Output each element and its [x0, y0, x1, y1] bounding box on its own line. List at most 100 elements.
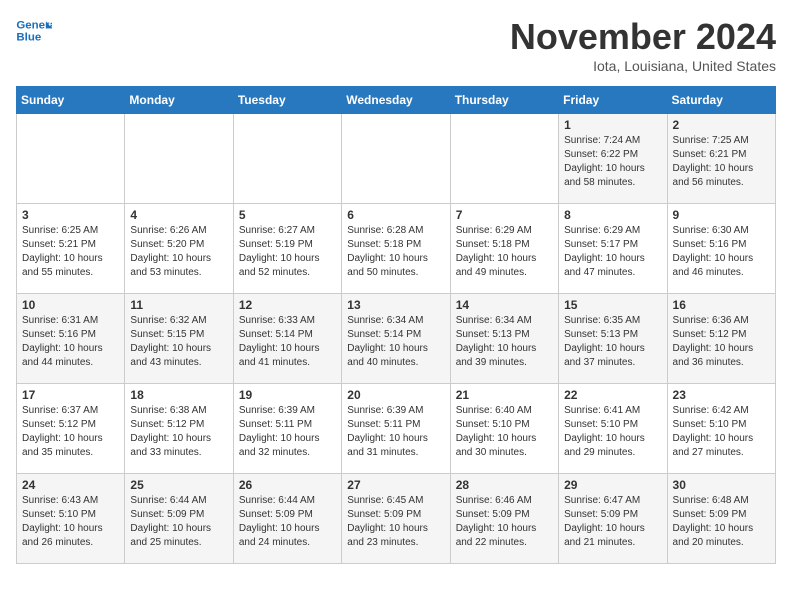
- title-section: November 2024 Iota, Louisiana, United St…: [510, 16, 776, 74]
- day-number: 25: [130, 478, 227, 492]
- calendar-cell: [125, 114, 233, 204]
- day-of-week-header: Friday: [559, 87, 667, 114]
- calendar-cell: 17 Sunrise: 6:37 AM Sunset: 5:12 PM Dayli…: [17, 384, 125, 474]
- calendar-body: 1 Sunrise: 7:24 AM Sunset: 6:22 PM Daylig…: [17, 114, 776, 564]
- calendar-cell: 29 Sunrise: 6:47 AM Sunset: 5:09 PM Dayli…: [559, 474, 667, 564]
- calendar-week-row: 10 Sunrise: 6:31 AM Sunset: 5:16 PM Dayli…: [17, 294, 776, 384]
- day-info: Sunrise: 6:32 AM Sunset: 5:15 PM Dayligh…: [130, 314, 227, 370]
- day-number: 7: [456, 208, 553, 222]
- calendar-cell: 18 Sunrise: 6:38 AM Sunset: 5:12 PM Dayli…: [125, 384, 233, 474]
- day-of-week-header: Saturday: [667, 87, 775, 114]
- calendar-cell: 1 Sunrise: 7:24 AM Sunset: 6:22 PM Daylig…: [559, 114, 667, 204]
- logo: General Blue: [16, 16, 52, 46]
- day-number: 16: [673, 298, 770, 312]
- day-info: Sunrise: 6:43 AM Sunset: 5:10 PM Dayligh…: [22, 494, 119, 550]
- calendar-cell: 28 Sunrise: 6:46 AM Sunset: 5:09 PM Dayli…: [450, 474, 558, 564]
- calendar-week-row: 1 Sunrise: 7:24 AM Sunset: 6:22 PM Daylig…: [17, 114, 776, 204]
- calendar-cell: 25Sunrise: 6:44 AM Sunset: 5:09 PM Dayli…: [125, 474, 233, 564]
- day-number: 1: [564, 118, 661, 132]
- month-title: November 2024: [510, 16, 776, 58]
- calendar-cell: 15Sunrise: 6:35 AM Sunset: 5:13 PM Dayli…: [559, 294, 667, 384]
- day-info: Sunrise: 6:30 AM Sunset: 5:16 PM Dayligh…: [673, 224, 770, 280]
- day-number: 14: [456, 298, 553, 312]
- day-info: Sunrise: 7:24 AM Sunset: 6:22 PM Dayligh…: [564, 134, 661, 190]
- day-info: Sunrise: 6:40 AM Sunset: 5:10 PM Dayligh…: [456, 404, 553, 460]
- logo-icon: General Blue: [16, 16, 52, 46]
- day-info: Sunrise: 6:31 AM Sunset: 5:16 PM Dayligh…: [22, 314, 119, 370]
- calendar-cell: [342, 114, 450, 204]
- day-number: 5: [239, 208, 336, 222]
- day-info: Sunrise: 6:27 AM Sunset: 5:19 PM Dayligh…: [239, 224, 336, 280]
- calendar-cell: [450, 114, 558, 204]
- day-number: 19: [239, 388, 336, 402]
- calendar-header: SundayMondayTuesdayWednesdayThursdayFrid…: [17, 87, 776, 114]
- header-row: SundayMondayTuesdayWednesdayThursdayFrid…: [17, 87, 776, 114]
- day-number: 24: [22, 478, 119, 492]
- day-number: 20: [347, 388, 444, 402]
- day-of-week-header: Monday: [125, 87, 233, 114]
- calendar-cell: 10 Sunrise: 6:31 AM Sunset: 5:16 PM Dayli…: [17, 294, 125, 384]
- day-number: 10: [22, 298, 119, 312]
- day-number: 2: [673, 118, 770, 132]
- calendar-cell: 21 Sunrise: 6:40 AM Sunset: 5:10 PM Dayli…: [450, 384, 558, 474]
- day-info: Sunrise: 6:41 AM Sunset: 5:10 PM Dayligh…: [564, 404, 661, 460]
- calendar-cell: 24 Sunrise: 6:43 AM Sunset: 5:10 PM Dayli…: [17, 474, 125, 564]
- day-info: Sunrise: 6:39 AM Sunset: 5:11 PM Dayligh…: [239, 404, 336, 460]
- day-number: 4: [130, 208, 227, 222]
- day-info: Sunrise: 6:45 AM Sunset: 5:09 PM Dayligh…: [347, 494, 444, 550]
- day-number: 26: [239, 478, 336, 492]
- day-number: 9: [673, 208, 770, 222]
- day-number: 27: [347, 478, 444, 492]
- calendar-cell: 8Sunrise: 6:29 AM Sunset: 5:17 PM Daylig…: [559, 204, 667, 294]
- day-info: Sunrise: 6:35 AM Sunset: 5:13 PM Dayligh…: [564, 314, 661, 370]
- day-number: 12: [239, 298, 336, 312]
- day-number: 21: [456, 388, 553, 402]
- page-header: General Blue November 2024 Iota, Louisia…: [16, 16, 776, 74]
- calendar-cell: 12Sunrise: 6:33 AM Sunset: 5:14 PM Dayli…: [233, 294, 341, 384]
- day-number: 28: [456, 478, 553, 492]
- day-number: 17: [22, 388, 119, 402]
- calendar-cell: [17, 114, 125, 204]
- calendar-week-row: 3Sunrise: 6:25 AM Sunset: 5:21 PM Daylig…: [17, 204, 776, 294]
- calendar-cell: 30 Sunrise: 6:48 AM Sunset: 5:09 PM Dayli…: [667, 474, 775, 564]
- day-info: Sunrise: 6:47 AM Sunset: 5:09 PM Dayligh…: [564, 494, 661, 550]
- calendar-cell: 5 Sunrise: 6:27 AM Sunset: 5:19 PM Daylig…: [233, 204, 341, 294]
- day-info: Sunrise: 6:34 AM Sunset: 5:14 PM Dayligh…: [347, 314, 444, 370]
- day-info: Sunrise: 6:36 AM Sunset: 5:12 PM Dayligh…: [673, 314, 770, 370]
- day-info: Sunrise: 6:46 AM Sunset: 5:09 PM Dayligh…: [456, 494, 553, 550]
- day-info: Sunrise: 6:34 AM Sunset: 5:13 PM Dayligh…: [456, 314, 553, 370]
- calendar-table: SundayMondayTuesdayWednesdayThursdayFrid…: [16, 86, 776, 564]
- day-number: 11: [130, 298, 227, 312]
- day-info: Sunrise: 6:48 AM Sunset: 5:09 PM Dayligh…: [673, 494, 770, 550]
- calendar-cell: 4 Sunrise: 6:26 AM Sunset: 5:20 PM Daylig…: [125, 204, 233, 294]
- day-number: 3: [22, 208, 119, 222]
- day-of-week-header: Thursday: [450, 87, 558, 114]
- day-info: Sunrise: 6:39 AM Sunset: 5:11 PM Dayligh…: [347, 404, 444, 460]
- day-number: 18: [130, 388, 227, 402]
- day-info: Sunrise: 6:38 AM Sunset: 5:12 PM Dayligh…: [130, 404, 227, 460]
- day-number: 22: [564, 388, 661, 402]
- day-info: Sunrise: 6:37 AM Sunset: 5:12 PM Dayligh…: [22, 404, 119, 460]
- day-number: 29: [564, 478, 661, 492]
- calendar-week-row: 24 Sunrise: 6:43 AM Sunset: 5:10 PM Dayli…: [17, 474, 776, 564]
- day-of-week-header: Wednesday: [342, 87, 450, 114]
- day-info: Sunrise: 6:28 AM Sunset: 5:18 PM Dayligh…: [347, 224, 444, 280]
- day-number: 13: [347, 298, 444, 312]
- day-of-week-header: Sunday: [17, 87, 125, 114]
- day-number: 30: [673, 478, 770, 492]
- calendar-cell: 9 Sunrise: 6:30 AM Sunset: 5:16 PM Daylig…: [667, 204, 775, 294]
- day-of-week-header: Tuesday: [233, 87, 341, 114]
- location-subtitle: Iota, Louisiana, United States: [510, 58, 776, 74]
- calendar-cell: 11 Sunrise: 6:32 AM Sunset: 5:15 PM Dayli…: [125, 294, 233, 384]
- calendar-cell: 23Sunrise: 6:42 AM Sunset: 5:10 PM Dayli…: [667, 384, 775, 474]
- calendar-cell: 6 Sunrise: 6:28 AM Sunset: 5:18 PM Daylig…: [342, 204, 450, 294]
- calendar-cell: 2Sunrise: 7:25 AM Sunset: 6:21 PM Daylig…: [667, 114, 775, 204]
- day-info: Sunrise: 6:29 AM Sunset: 5:18 PM Dayligh…: [456, 224, 553, 280]
- day-info: Sunrise: 6:29 AM Sunset: 5:17 PM Dayligh…: [564, 224, 661, 280]
- day-number: 6: [347, 208, 444, 222]
- calendar-cell: 19 Sunrise: 6:39 AM Sunset: 5:11 PM Dayli…: [233, 384, 341, 474]
- svg-text:Blue: Blue: [16, 32, 41, 44]
- calendar-cell: [233, 114, 341, 204]
- day-info: Sunrise: 6:26 AM Sunset: 5:20 PM Dayligh…: [130, 224, 227, 280]
- calendar-cell: 16 Sunrise: 6:36 AM Sunset: 5:12 PM Dayli…: [667, 294, 775, 384]
